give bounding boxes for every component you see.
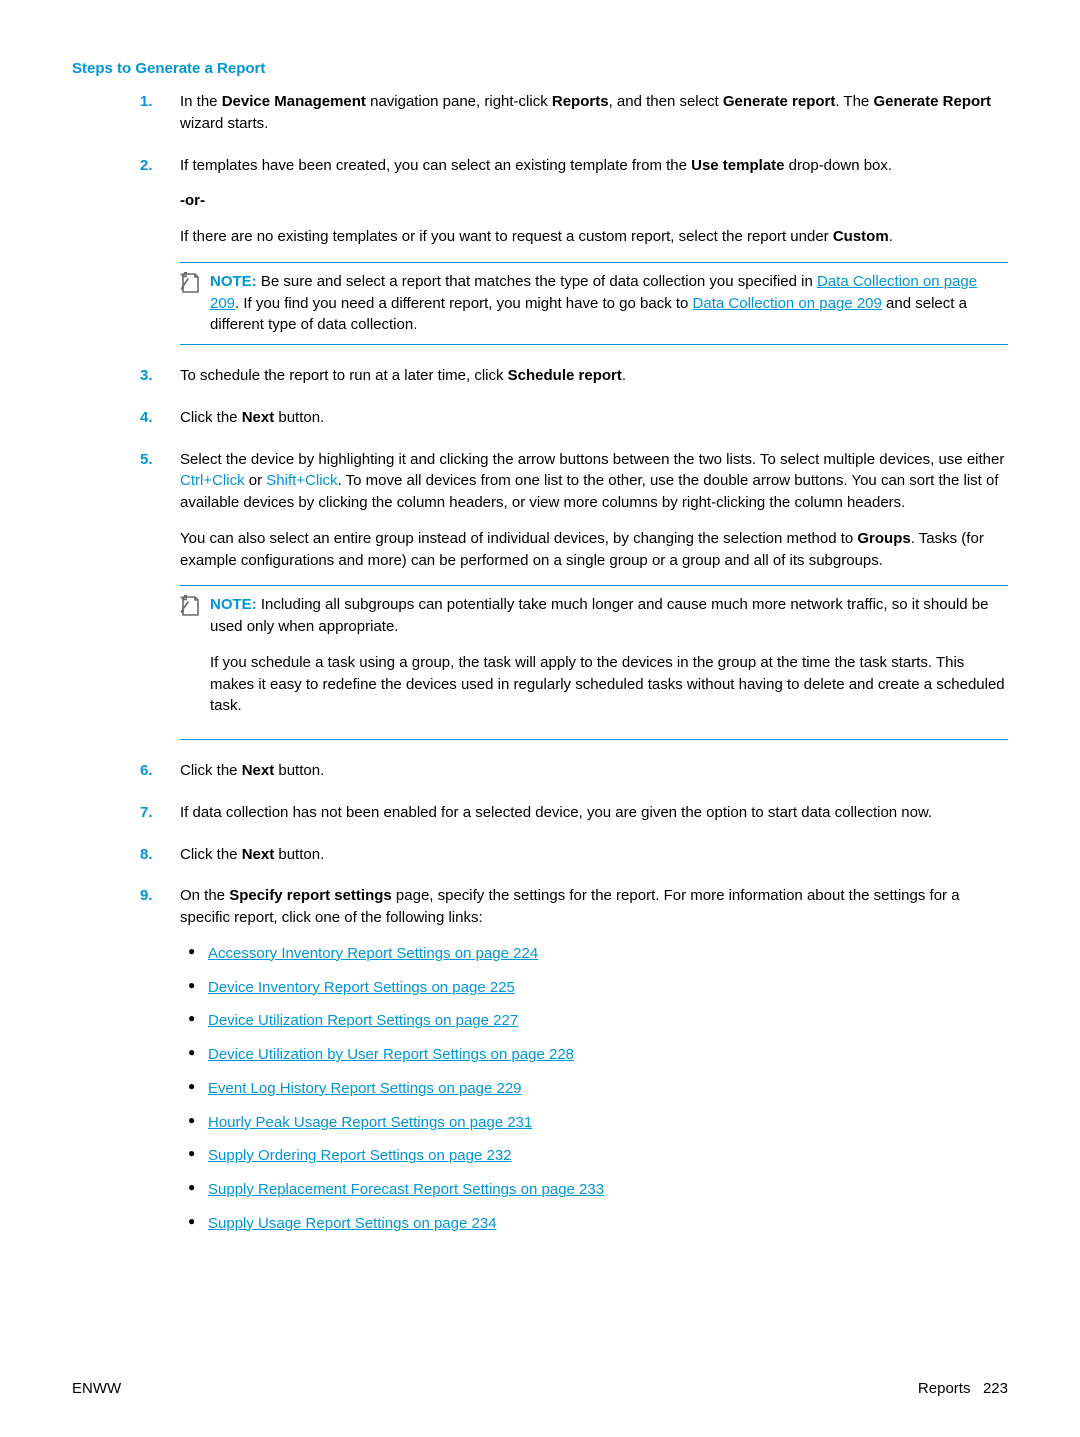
note-icon (180, 595, 200, 617)
note-box: NOTE: Including all subgroups can potent… (180, 585, 1008, 740)
link-list-item: Accessory Inventory Report Settings on p… (208, 943, 1008, 965)
link-list-item: Device Utilization by User Report Settin… (208, 1044, 1008, 1066)
step-number: 7. (140, 802, 153, 824)
step-number: 1. (140, 91, 153, 113)
step-text: If templates have been created, you can … (180, 155, 1008, 177)
step-text: Click the Next button. (180, 844, 1008, 866)
link-list: Accessory Inventory Report Settings on p… (180, 943, 1008, 1235)
steps-list: 1. In the Device Management navigation pa… (72, 91, 1008, 1235)
step-text: Select the device by highlighting it and… (180, 449, 1008, 514)
link-list-item: Event Log History Report Settings on pag… (208, 1078, 1008, 1100)
note-label: NOTE: (210, 273, 257, 290)
doc-link[interactable]: Device Utilization Report Settings on pa… (208, 1012, 518, 1029)
step-item: 6.Click the Next button. (180, 760, 1008, 782)
link-list-item: Supply Usage Report Settings on page 234 (208, 1213, 1008, 1235)
step-item: 8.Click the Next button. (180, 844, 1008, 866)
page-footer: ENWW Reports 223 (72, 1380, 1008, 1397)
doc-link[interactable]: Supply Ordering Report Settings on page … (208, 1147, 512, 1164)
step-text: To schedule the report to run at a later… (180, 365, 1008, 387)
doc-link[interactable]: Supply Replacement Forecast Report Setti… (208, 1181, 604, 1198)
doc-link[interactable]: Accessory Inventory Report Settings on p… (208, 945, 538, 962)
link-list-item: Supply Ordering Report Settings on page … (208, 1145, 1008, 1167)
doc-link[interactable]: Device Inventory Report Settings on page… (208, 979, 515, 996)
note-label: NOTE: (210, 596, 257, 613)
step-item: 2.If templates have been created, you ca… (180, 155, 1008, 346)
step-item: 4.Click the Next button. (180, 407, 1008, 429)
footer-left: ENWW (72, 1380, 121, 1397)
step-text: Click the Next button. (180, 407, 1008, 429)
link-list-item: Hourly Peak Usage Report Settings on pag… (208, 1112, 1008, 1134)
link-list-item: Supply Replacement Forecast Report Setti… (208, 1179, 1008, 1201)
footer-right: Reports 223 (918, 1380, 1008, 1397)
step-text: In the Device Management navigation pane… (180, 91, 1008, 135)
doc-link[interactable]: Supply Usage Report Settings on page 234 (208, 1215, 497, 1232)
step-item: 1.In the Device Management navigation pa… (180, 91, 1008, 135)
note-content: NOTE: Be sure and select a report that m… (210, 271, 1008, 336)
step-number: 9. (140, 885, 153, 907)
link-list-item: Device Utilization Report Settings on pa… (208, 1010, 1008, 1032)
step-text: On the Specify report settings page, spe… (180, 885, 1008, 929)
section-heading: Steps to Generate a Report (72, 60, 1008, 77)
note-extra: If you schedule a task using a group, th… (210, 652, 1008, 717)
step-number: 8. (140, 844, 153, 866)
doc-link[interactable]: Data Collection on page 209 (693, 295, 882, 312)
step-text: Click the Next button. (180, 760, 1008, 782)
step-text: If there are no existing templates or if… (180, 226, 1008, 248)
step-item: 9.On the Specify report settings page, s… (180, 885, 1008, 1234)
link-list-item: Device Inventory Report Settings on page… (208, 977, 1008, 999)
step-number: 3. (140, 365, 153, 387)
note-box: NOTE: Be sure and select a report that m… (180, 262, 1008, 345)
doc-link[interactable]: Device Utilization by User Report Settin… (208, 1046, 574, 1063)
step-text: You can also select an entire group inst… (180, 528, 1008, 572)
step-number: 6. (140, 760, 153, 782)
step-or: -or- (180, 190, 1008, 212)
step-number: 2. (140, 155, 153, 177)
step-number: 5. (140, 449, 153, 471)
step-item: 3.To schedule the report to run at a lat… (180, 365, 1008, 387)
step-text: If data collection has not been enabled … (180, 802, 1008, 824)
step-number: 4. (140, 407, 153, 429)
doc-link[interactable]: Hourly Peak Usage Report Settings on pag… (208, 1114, 532, 1131)
note-icon (180, 272, 200, 294)
step-item: 7.If data collection has not been enable… (180, 802, 1008, 824)
note-content: NOTE: Including all subgroups can potent… (210, 594, 1008, 638)
step-item: 5.Select the device by highlighting it a… (180, 449, 1008, 741)
doc-link[interactable]: Event Log History Report Settings on pag… (208, 1080, 522, 1097)
